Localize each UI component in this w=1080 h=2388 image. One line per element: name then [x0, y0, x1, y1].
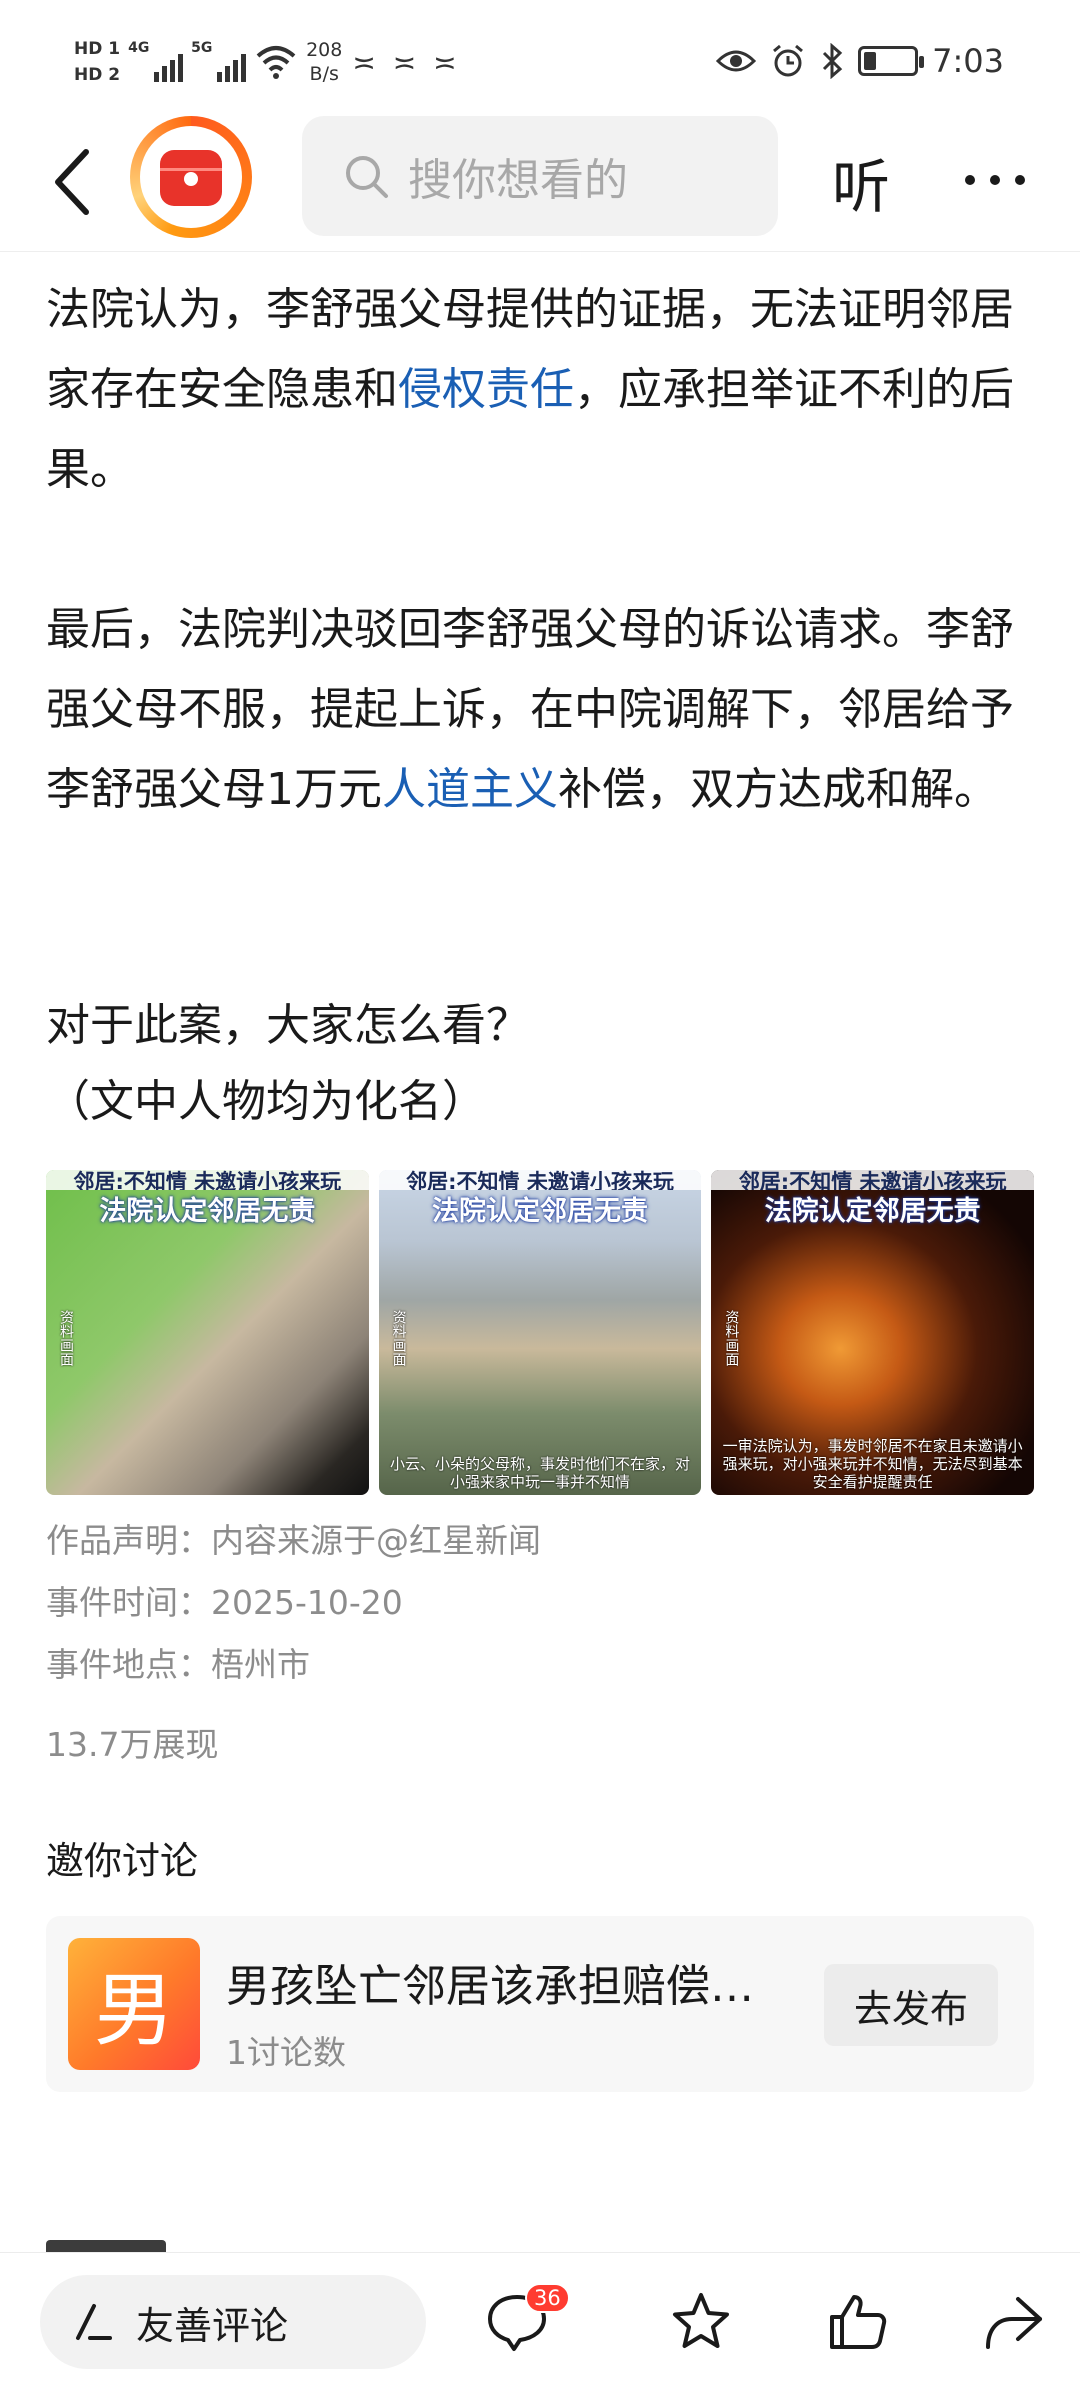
- speed-unit: B/s: [309, 63, 339, 85]
- status-bar: HD 1 HD 2 4G 5G 208 B/s ≍ ≍ ≍ 7:03: [0, 0, 1080, 120]
- comment-input[interactable]: 友善评论: [40, 2275, 426, 2369]
- net2-label: 5G: [191, 40, 213, 56]
- more-options-icon[interactable]: [960, 160, 1030, 200]
- p3-line2: （文中人物均为化名）: [46, 1076, 486, 1127]
- image-gallery: 邻居:不知情 未邀请小孩来玩 法院认定邻居无责 资料画面 邻居:不知情 未邀请小…: [46, 1170, 1035, 1495]
- net1-label: 4G: [128, 40, 150, 56]
- status-left: HD 1 HD 2 4G 5G 208 B/s ≍ ≍ ≍: [74, 36, 461, 88]
- listen-button[interactable]: 听: [832, 140, 890, 224]
- image-side-label: 资料画面: [390, 1310, 407, 1366]
- notification-icons: ≍ ≍ ≍: [352, 45, 461, 79]
- signal-5g-icon: 5G: [191, 40, 247, 82]
- image-subtitle: 一审法院认为，事发时邻居不在家且未邀请小强来玩，对小强来玩并不知情，无法尽到基本…: [722, 1437, 1023, 1491]
- signal-4g-icon: 4G: [128, 40, 184, 82]
- image-side-label: 资料画面: [723, 1310, 740, 1366]
- hd-indicator: HD 1 HD 2: [74, 36, 120, 88]
- bluetooth-icon: [823, 43, 843, 79]
- discussion-heading: 邀你讨论: [46, 1839, 199, 1883]
- status-right: 7:03: [716, 42, 1004, 80]
- like-icon[interactable]: [826, 2289, 892, 2355]
- image-caption-top: 邻居:不知情 未邀请小孩来玩: [378, 1170, 702, 1190]
- image-caption-top: 邻居:不知情 未邀请小孩来玩: [46, 1170, 369, 1190]
- top-nav: 搜你想看的 听: [0, 110, 1080, 252]
- image-caption-main: 法院认定邻居无责: [99, 1196, 316, 1227]
- link-tort-liability[interactable]: 侵权责任: [398, 364, 574, 415]
- star-icon[interactable]: [668, 2289, 734, 2355]
- hd2-label: HD 2: [74, 65, 121, 85]
- paragraph-question: 对于此案，大家怎么看？ （文中人物均为化名）: [46, 988, 530, 1140]
- search-bar[interactable]: 搜你想看的: [302, 116, 778, 236]
- network-speed: 208 B/s: [306, 38, 342, 86]
- event-time: 事件时间：2025-10-20: [46, 1583, 403, 1622]
- pen-icon: [76, 2304, 112, 2340]
- content-statement: 作品声明：内容来源于@红星新闻: [46, 1521, 541, 1560]
- comment-placeholder: 友善评论: [136, 2303, 289, 2348]
- article-meta: 作品声明：内容来源于@红星新闻 事件时间：2025-10-20 事件地点：梧州市: [46, 1510, 541, 1696]
- image-caption-main: 法院认定邻居无责: [764, 1196, 981, 1227]
- p3-line1: 对于此案，大家怎么看？: [46, 1000, 530, 1051]
- battery-fill: [864, 52, 877, 70]
- share-icon[interactable]: [980, 2289, 1046, 2355]
- link-humanitarian[interactable]: 人道主义: [382, 764, 558, 815]
- p2-text-b: 补偿，双方达成和解。: [558, 764, 998, 815]
- battery-icon: [858, 46, 925, 76]
- gallery-image-1[interactable]: 邻居:不知情 未邀请小孩来玩 法院认定邻居无责 资料画面: [46, 1170, 369, 1495]
- topic-title: 男孩坠亡邻居该承担赔偿…: [226, 1961, 754, 2012]
- wifi-icon: [256, 46, 296, 79]
- publish-button[interactable]: 去发布: [824, 1964, 998, 2046]
- image-subtitle: 小云、小朵的父母称，事发时他们不在家，对小强来家中玩一事并不知情: [390, 1455, 691, 1491]
- topic-logo-icon: 男: [68, 1938, 200, 2070]
- app-avatar[interactable]: [130, 116, 252, 238]
- paragraph-court-opinion: 法院认为，李舒强父母提供的证据，无法证明邻居家存在安全隐患和侵权责任，应承担举证…: [46, 270, 1036, 510]
- comment-count-badge: 36: [525, 2283, 570, 2313]
- search-placeholder: 搜你想看的: [408, 155, 628, 206]
- speed-value: 208: [306, 39, 343, 61]
- clock: 7:03: [932, 42, 1004, 80]
- view-count: 13.7万展现: [46, 1725, 219, 1764]
- gallery-image-2[interactable]: 邻居:不知情 未邀请小孩来玩 法院认定邻居无责 资料画面 小云、小朵的父母称，事…: [378, 1170, 702, 1495]
- discussion-topic-card[interactable]: 男 男孩坠亡邻居该承担赔偿… 1讨论数 去发布: [46, 1916, 1034, 2092]
- paragraph-verdict: 最后，法院判决驳回李舒强父母的诉讼请求。李舒强父母不服，提起上诉，在中院调解下，…: [46, 590, 1036, 830]
- bottom-bar: 友善评论 36: [0, 2252, 1080, 2388]
- gallery-image-3[interactable]: 邻居:不知情 未邀请小孩来玩 法院认定邻居无责 资料画面 一审法院认为，事发时邻…: [711, 1170, 1035, 1495]
- hd1-label: HD 1: [74, 39, 121, 59]
- image-caption-main: 法院认定邻居无责: [432, 1196, 648, 1227]
- back-arrow-icon[interactable]: [44, 142, 104, 222]
- image-caption-top: 邻居:不知情 未邀请小孩来玩: [711, 1170, 1035, 1190]
- search-icon: [346, 156, 388, 198]
- topic-discussion-count: 1讨论数: [226, 2033, 346, 2072]
- alarm-icon: [773, 44, 804, 77]
- eye-icon: [716, 50, 757, 72]
- app-logo-icon: [160, 150, 222, 206]
- image-side-label: 资料画面: [58, 1310, 74, 1366]
- event-place: 事件地点：梧州市: [46, 1645, 310, 1684]
